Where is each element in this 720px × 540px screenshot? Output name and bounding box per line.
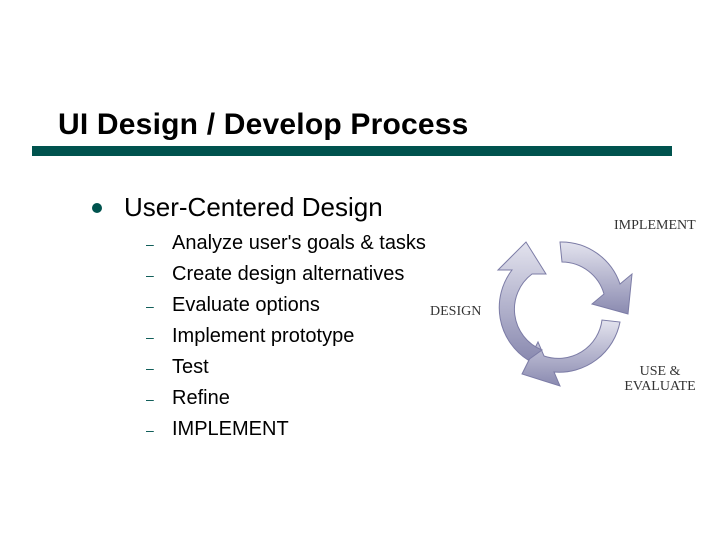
list-item: – Evaluate options — [146, 294, 426, 317]
dash-icon: – — [146, 267, 172, 283]
title-underline — [32, 146, 672, 156]
list-item: – Refine — [146, 387, 426, 410]
list-item: – Create design alternatives — [146, 263, 426, 286]
cycle-diagram: IMPLEMENT DESIGN USE & EVALUATE — [442, 212, 702, 422]
list-item: – IMPLEMENT — [146, 418, 426, 441]
dash-icon: – — [146, 329, 172, 345]
list-item: – Analyze user's goals & tasks — [146, 232, 426, 255]
dash-icon: – — [146, 391, 172, 407]
list-item-text: Test — [172, 356, 209, 379]
dash-icon: – — [146, 360, 172, 376]
list-item: – Implement prototype — [146, 325, 426, 348]
dash-icon: – — [146, 236, 172, 252]
list-item-text: IMPLEMENT — [172, 418, 289, 441]
list-item-text: Evaluate options — [172, 294, 320, 317]
section-heading-text: User-Centered Design — [124, 192, 383, 223]
slide-title: UI Design / Develop Process — [58, 108, 469, 142]
slide: UI Design / Develop Process User-Centere… — [0, 0, 720, 540]
cycle-label-implement: IMPLEMENT — [614, 218, 696, 233]
cycle-label-use-evaluate: USE & EVALUATE — [620, 364, 700, 395]
dash-icon: – — [146, 298, 172, 314]
list-item-text: Create design alternatives — [172, 263, 404, 286]
bullet-dot-icon — [92, 203, 102, 213]
list-item: – Test — [146, 356, 426, 379]
list-item-text: Refine — [172, 387, 230, 410]
section-heading: User-Centered Design — [92, 192, 383, 223]
cycle-label-design: DESIGN — [430, 304, 481, 319]
list-item-text: Analyze user's goals & tasks — [172, 232, 426, 255]
list-item-text: Implement prototype — [172, 325, 354, 348]
steps-list: – Analyze user's goals & tasks – Create … — [146, 232, 426, 449]
dash-icon: – — [146, 422, 172, 438]
